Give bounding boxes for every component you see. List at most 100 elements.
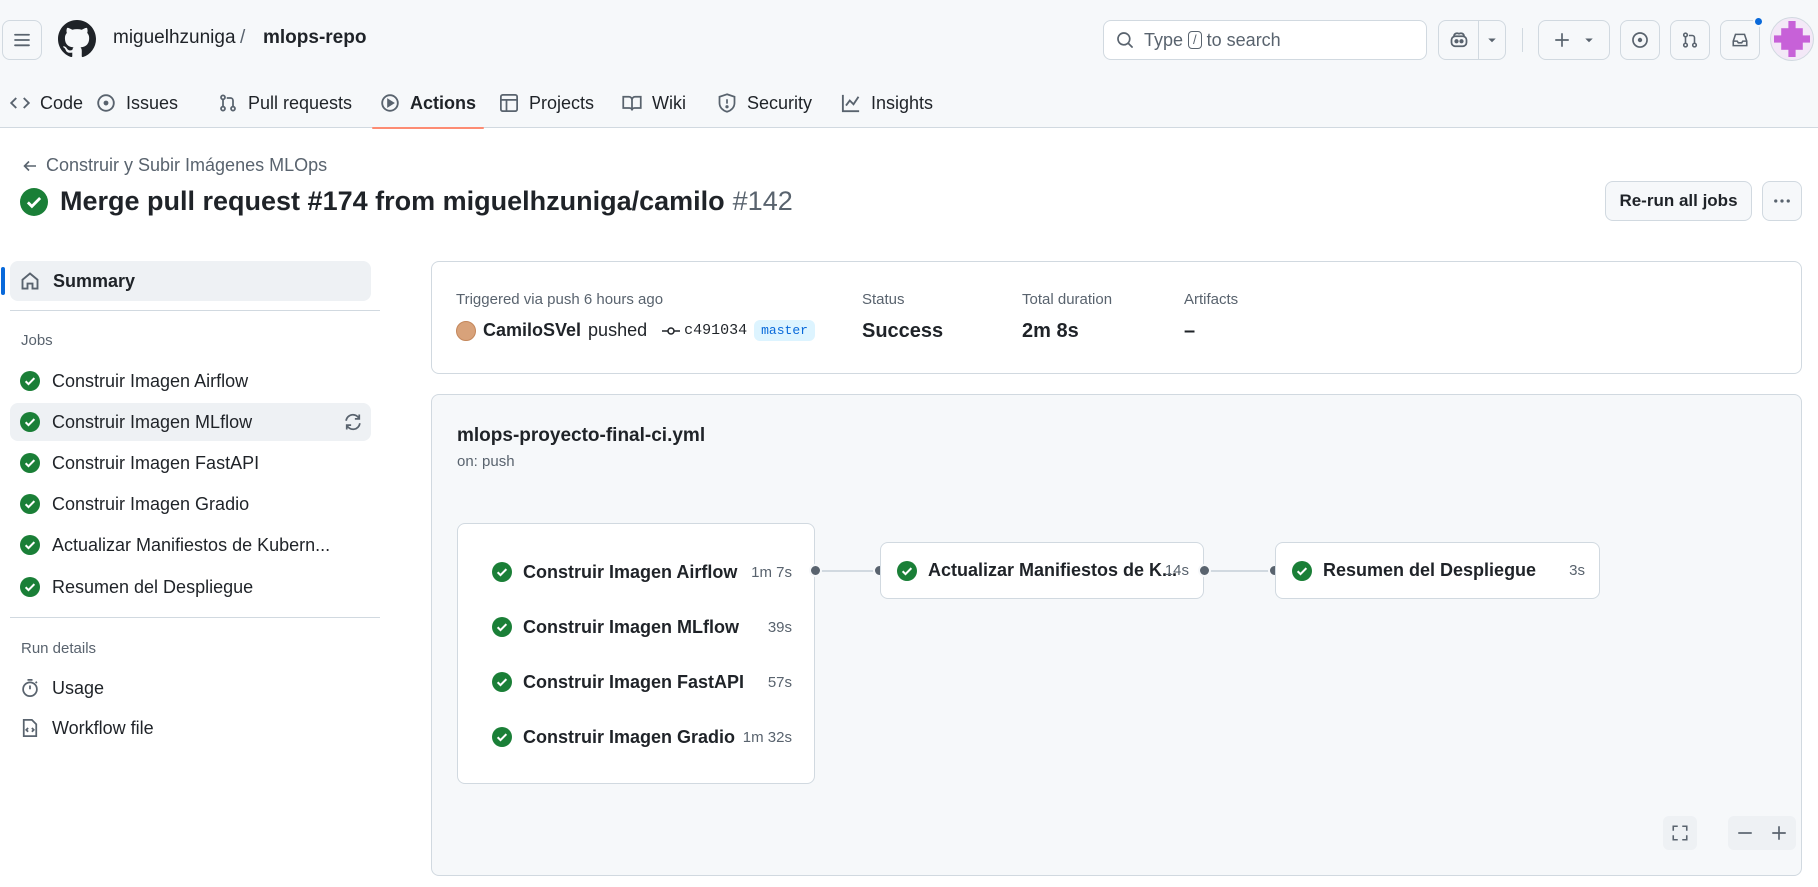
tab-label: Issues (126, 92, 179, 113)
sidebar-job-label: Construir Imagen Airflow (52, 370, 249, 391)
search-placeholder-suffix: to search (1206, 29, 1281, 50)
book-icon (622, 95, 642, 111)
check-circle-fill-icon (492, 672, 512, 692)
screen-full-icon (1672, 825, 1688, 841)
graph-job-duration: 1m 7s (751, 563, 792, 581)
branch-badge[interactable]: master (754, 320, 815, 341)
sidebar-summary-label: Summary (53, 270, 136, 291)
check-circle-fill-icon (20, 535, 40, 555)
sidebar-job-item[interactable]: Construir Imagen Gradio (10, 485, 371, 523)
stopwatch-icon (22, 679, 38, 697)
search-input[interactable]: Type / to search (1103, 20, 1427, 60)
rerun-all-jobs-button[interactable]: Re-run all jobs (1605, 181, 1752, 221)
sidebar-job-item[interactable]: Resumen del Despliegue (10, 568, 371, 606)
sidebar-item-usage[interactable]: Usage (10, 670, 371, 706)
pull-requests-button[interactable] (1670, 20, 1710, 60)
tab-wiki[interactable]: Wiki (622, 78, 686, 128)
copilot-menu-button[interactable] (1479, 21, 1505, 59)
check-circle-fill-icon (1292, 560, 1312, 581)
triggered-label: Triggered via push 6 hours ago (456, 291, 664, 308)
graph-job-deploy-summary[interactable]: Resumen del Despliegue 3s (1275, 542, 1600, 599)
graph-job-name: Construir Imagen Gradio (523, 726, 736, 747)
sidebar-item-summary[interactable]: Summary (1, 261, 371, 301)
breadcrumb-separator: / (240, 27, 246, 48)
sidebar-job-item[interactable]: Construir Imagen Airflow (10, 362, 371, 400)
user-avatar[interactable] (1770, 17, 1814, 61)
github-logo-icon[interactable] (58, 20, 96, 58)
breadcrumb-repo[interactable]: mlops-repo (263, 27, 366, 49)
issues-button[interactable] (1620, 20, 1660, 60)
page-title: Merge pull request #174 from miguelhzuni… (20, 186, 793, 217)
status-label: Status (862, 291, 905, 308)
graph-job[interactable]: Construir Imagen Gradio 1m 32s (492, 722, 792, 752)
graph-job-duration: 14s (1164, 562, 1189, 579)
graph-job[interactable]: Construir Imagen FastAPI 57s (492, 667, 792, 697)
workflow-file-name[interactable]: mlops-proyecto-final-ci.yml (457, 425, 705, 447)
tab-issues[interactable]: Issues (96, 78, 178, 128)
build-jobs-group: Construir Imagen Airflow 1m 7s Construir… (457, 523, 815, 784)
copilot-icon (1450, 32, 1467, 48)
graph-job-duration: 57s (767, 673, 792, 691)
fullscreen-button[interactable] (1663, 816, 1697, 850)
commit-link[interactable]: c491034 (662, 322, 747, 339)
run-title: Merge pull request #174 from miguelhzuni… (60, 186, 793, 217)
trigger-details: CamiloSVel pushed c491034 master (456, 320, 815, 341)
copilot-button[interactable] (1439, 21, 1479, 59)
tab-label: Projects (529, 92, 595, 113)
zoom-out-button[interactable] (1728, 816, 1762, 850)
sidebar-job-item[interactable]: Actualizar Manifiestos de Kubern... (10, 526, 371, 564)
sidebar-job-label: Construir Imagen FastAPI (52, 452, 260, 473)
status-value: Success (862, 320, 944, 342)
breadcrumb-owner[interactable]: miguelhzuniga (113, 27, 236, 49)
menu-button[interactable] (2, 20, 42, 60)
chevron-down-icon (1585, 38, 1593, 43)
graph-job[interactable]: Construir Imagen Airflow 1m 7s (492, 557, 792, 587)
file-code-icon (22, 719, 38, 737)
notification-indicator (1753, 16, 1764, 27)
tab-insights[interactable]: Insights (841, 78, 933, 128)
check-circle-fill-icon (492, 562, 512, 582)
back-to-workflow-link[interactable]: Construir y Subir Imágenes MLOps (22, 155, 327, 176)
graph-job-update-manifests[interactable]: Actualizar Manifiestos de K... 14s (880, 542, 1204, 599)
run-number: #142 (732, 186, 793, 216)
tab-security[interactable]: Security (717, 78, 812, 128)
actor-link[interactable]: CamiloSVel (483, 320, 581, 341)
zoom-in-button[interactable] (1762, 816, 1796, 850)
create-new-button[interactable] (1538, 20, 1610, 60)
plus-icon (1555, 33, 1569, 47)
duration-value: 2m 8s (1022, 320, 1079, 342)
check-circle-fill-icon (20, 453, 40, 473)
commit-sha: c491034 (684, 322, 748, 339)
sidebar-item-workflow-file[interactable]: Workflow file (10, 710, 371, 746)
actor-avatar[interactable] (456, 320, 476, 341)
tab-label: Insights (871, 92, 934, 113)
issue-icon (97, 94, 115, 112)
sync-icon[interactable] (343, 412, 363, 432)
sidebar-job-item[interactable]: Construir Imagen FastAPI (10, 444, 371, 482)
more-options-button[interactable] (1762, 181, 1802, 221)
tab-label: Security (747, 92, 813, 113)
header-divider (1522, 28, 1523, 52)
issue-opened-icon (1632, 32, 1648, 48)
inbox-button[interactable] (1720, 20, 1760, 60)
git-commit-icon (662, 326, 681, 335)
sidebar-job-label: Resumen del Despliegue (52, 576, 254, 597)
graph-job[interactable]: Construir Imagen MLflow 39s (492, 612, 792, 642)
sidebar-job-label: Actualizar Manifiestos de Kubern... (52, 534, 331, 555)
play-icon (381, 94, 399, 112)
tab-actions[interactable]: Actions (371, 78, 485, 129)
graph-job-name: Construir Imagen Airflow (523, 561, 738, 582)
workflow-trigger: on: push (457, 453, 515, 470)
sidebar-jobs-heading: Jobs (21, 332, 53, 349)
sidebar-job-item[interactable]: Construir Imagen MLflow (10, 403, 371, 441)
tab-projects[interactable]: Projects (499, 78, 594, 128)
graph-connector-dot (1198, 564, 1211, 577)
graph-connector (815, 570, 880, 572)
tab-pull-requests[interactable]: Pull requests (218, 78, 352, 128)
sidebar-divider (10, 310, 380, 311)
top-bar: miguelhzuniga / mlops-repo Type / to sea… (0, 0, 1818, 78)
arrow-left-icon (23, 160, 36, 171)
tab-code[interactable]: Code (10, 78, 83, 128)
workflow-graph: mlops-proyecto-final-ci.yml on: push Con… (431, 394, 1802, 876)
action-text: pushed (588, 320, 648, 340)
